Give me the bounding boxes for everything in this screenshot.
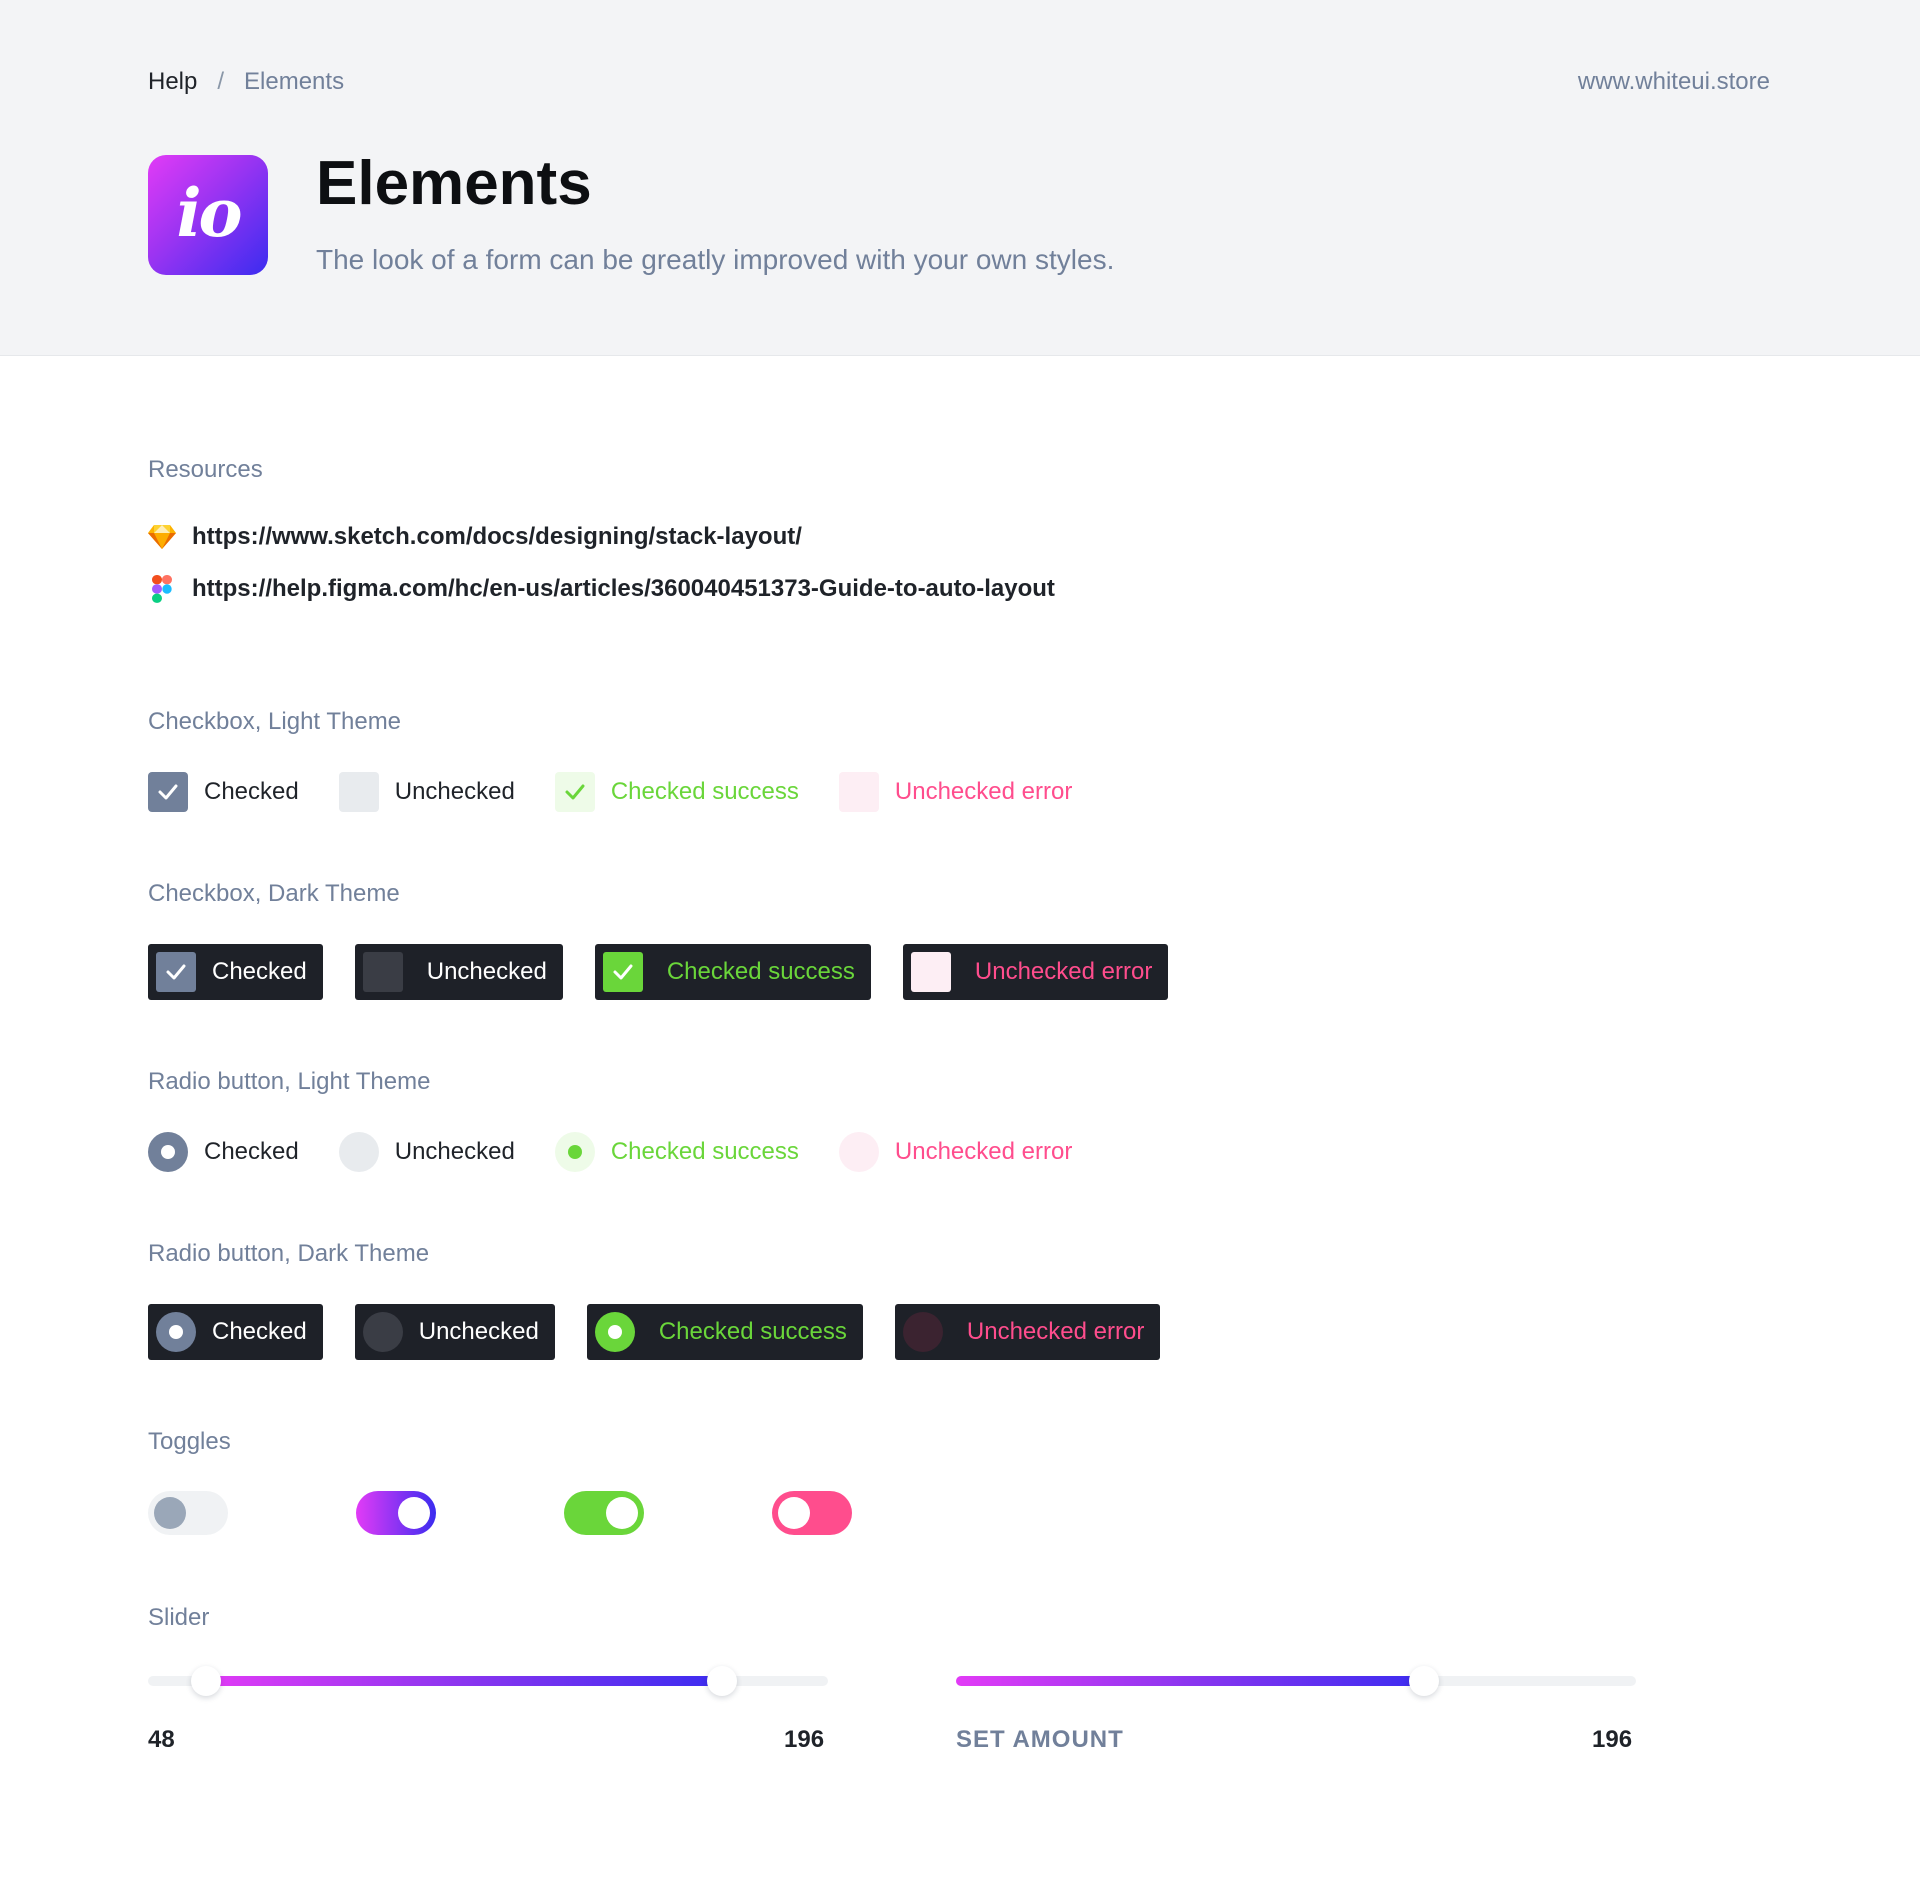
radio-checked[interactable]: Checked — [148, 1132, 299, 1172]
dark-radio-checked[interactable]: Checked — [148, 1304, 323, 1360]
slider-max-value: 196 — [784, 1726, 825, 1753]
toggle-on-success[interactable] — [564, 1491, 644, 1535]
radio-label: Unchecked — [418, 1318, 539, 1345]
slider-fill — [206, 1676, 722, 1686]
resource-url: https://www.sketch.com/docs/designing/st… — [192, 523, 802, 550]
slider-min-value: 48 — [148, 1726, 175, 1753]
toggle-knob — [606, 1497, 638, 1529]
toggle-off-error[interactable] — [772, 1491, 852, 1535]
checkbox-box — [838, 772, 879, 812]
set-amount-label: SET AMOUNT — [956, 1726, 1124, 1753]
slider-thumb-min[interactable] — [191, 1666, 221, 1696]
checkbox-label: Checked — [204, 778, 299, 805]
checkbox-checked-success[interactable]: Checked success — [554, 772, 799, 812]
page-header: Help / Elements www.whiteui.store io Ele… — [0, 0, 1920, 356]
checkbox-label: Checked success — [666, 958, 855, 985]
dark-radio-checked-success[interactable]: Checked success — [586, 1304, 863, 1360]
radio-light-row: Checked Unchecked Checked success Unchec… — [148, 1132, 1112, 1172]
checkmark-icon — [156, 952, 196, 992]
radio-checked-success[interactable]: Checked success — [554, 1132, 799, 1172]
toggle-off-neutral[interactable] — [148, 1491, 228, 1535]
toggle-knob — [778, 1497, 810, 1529]
breadcrumb: Help / Elements — [148, 68, 344, 96]
slider-thumb-max[interactable] — [707, 1666, 737, 1696]
radio-label: Checked success — [610, 1138, 799, 1165]
radio-circle — [156, 1312, 196, 1352]
toggle-knob — [398, 1497, 430, 1529]
checkmark-icon — [554, 772, 595, 812]
radio-label: Unchecked error — [894, 1138, 1073, 1165]
slider-thumb[interactable] — [1409, 1666, 1439, 1696]
sketch-icon — [148, 523, 176, 551]
toggle-on-accent[interactable] — [356, 1491, 436, 1535]
radio-circle — [362, 1312, 403, 1352]
amount-value: 196 — [1592, 1726, 1633, 1753]
radio-circle — [838, 1132, 879, 1172]
slider-fill — [956, 1676, 1426, 1686]
dark-radio-unchecked-error[interactable]: Unchecked error — [894, 1304, 1161, 1360]
checkbox-label: Unchecked error — [894, 778, 1073, 805]
radio-label: Unchecked error — [966, 1318, 1145, 1345]
logo-text: io — [176, 174, 242, 252]
breadcrumb-separator: / — [217, 68, 225, 95]
radio-circle — [594, 1312, 635, 1352]
checkbox-unchecked[interactable]: Unchecked — [338, 772, 515, 812]
radio-label: Checked success — [658, 1318, 847, 1345]
checkbox-box — [338, 772, 379, 812]
checkbox-label: Unchecked — [426, 958, 547, 985]
checkbox-label: Checked success — [610, 778, 799, 805]
dark-checkbox-unchecked-error[interactable]: Unchecked error — [902, 944, 1169, 1000]
page-subtitle: The look of a form can be greatly improv… — [316, 244, 1115, 275]
radio-label: Unchecked — [394, 1138, 515, 1165]
dark-radio-unchecked[interactable]: Unchecked — [354, 1304, 555, 1360]
checkbox-label: Checked — [212, 958, 307, 985]
toggle-knob — [154, 1497, 186, 1529]
radio-dot — [161, 1145, 175, 1159]
dark-checkbox-unchecked[interactable]: Unchecked — [354, 944, 563, 1000]
checkbox-dark-heading: Checkbox, Dark Theme — [148, 880, 400, 907]
figma-icon — [148, 575, 176, 603]
radio-label: Checked — [204, 1138, 299, 1165]
slider-heading: Slider — [148, 1604, 210, 1631]
checkmark-icon — [602, 952, 643, 992]
radio-circle — [338, 1132, 379, 1172]
resource-link-sketch[interactable]: https://www.sketch.com/docs/designing/st… — [148, 523, 802, 551]
radio-dark-heading: Radio button, Dark Theme — [148, 1240, 430, 1267]
checkbox-dark-row: Checked Unchecked Checked success Unchec… — [148, 944, 1200, 1000]
checkbox-checked[interactable]: Checked — [148, 772, 299, 812]
checkbox-box — [362, 952, 403, 992]
radio-dark-row: Checked Unchecked Checked success Unchec… — [148, 1304, 1192, 1360]
checkbox-box — [910, 952, 951, 992]
radio-circle — [554, 1132, 595, 1172]
resources-heading: Resources — [148, 456, 263, 483]
radio-label: Checked — [212, 1318, 307, 1345]
radio-dot — [169, 1325, 183, 1339]
radio-dot — [567, 1145, 582, 1159]
breadcrumb-current: Elements — [244, 68, 345, 95]
checkbox-light-row: Checked Unchecked Checked success Unchec… — [148, 772, 1112, 812]
checkbox-light-heading: Checkbox, Light Theme — [148, 708, 402, 735]
checkbox-unchecked-error[interactable]: Unchecked error — [838, 772, 1073, 812]
checkmark-icon — [148, 772, 188, 812]
radio-light-heading: Radio button, Light Theme — [148, 1068, 431, 1095]
app-logo: io — [148, 155, 268, 275]
page-title: Elements — [316, 149, 592, 218]
radio-dot — [607, 1325, 622, 1339]
radio-circle — [148, 1132, 188, 1172]
checkbox-label: Unchecked error — [974, 958, 1153, 985]
dark-checkbox-checked-success[interactable]: Checked success — [594, 944, 871, 1000]
resource-link-figma[interactable]: https://help.figma.com/hc/en-us/articles… — [148, 575, 1055, 603]
checkbox-label: Unchecked — [394, 778, 515, 805]
radio-unchecked[interactable]: Unchecked — [338, 1132, 515, 1172]
dark-checkbox-checked[interactable]: Checked — [148, 944, 323, 1000]
resource-url: https://help.figma.com/hc/en-us/articles… — [192, 575, 1055, 602]
store-link[interactable]: www.whiteui.store — [1578, 68, 1770, 96]
breadcrumb-help-link[interactable]: Help — [148, 68, 197, 96]
radio-unchecked-error[interactable]: Unchecked error — [838, 1132, 1073, 1172]
radio-circle — [902, 1312, 943, 1352]
toggles-heading: Toggles — [148, 1428, 231, 1455]
